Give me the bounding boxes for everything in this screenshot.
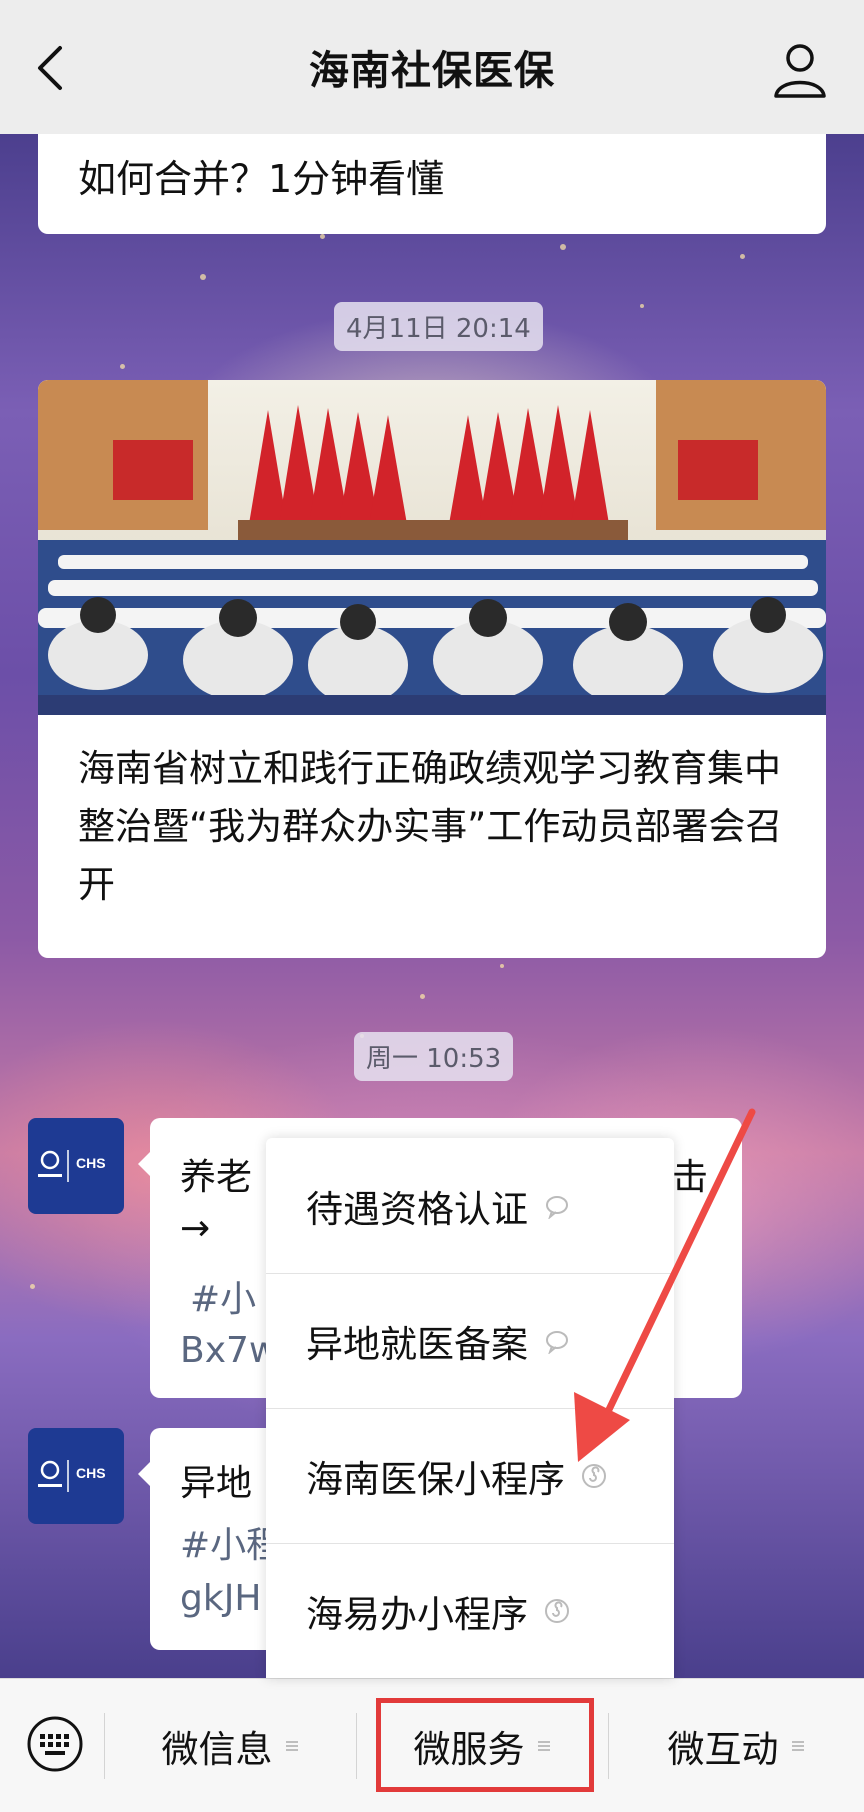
article-card[interactable]: 海南省树立和践行正确政绩观学习教育集中整治暨“我为群众办实事”工作动员部署会召开 [38, 380, 826, 958]
svg-text:CHS: CHS [76, 1155, 106, 1171]
menu-item-label: 海易办小程序 [306, 1593, 528, 1636]
menu-lines-icon [537, 1741, 550, 1751]
menu-item-qualification-cert[interactable]: 待遇资格认证 [266, 1138, 674, 1273]
menu-lines-icon [791, 1741, 804, 1751]
menu-item-label: 海南医保小程序 [306, 1458, 565, 1501]
chs-logo-icon: CHS [38, 1460, 106, 1492]
message-text: → [180, 1208, 211, 1249]
account-avatar[interactable]: CHS [28, 1428, 124, 1524]
profile-icon[interactable] [772, 40, 828, 100]
menu-lines-icon [285, 1741, 298, 1751]
message-link[interactable]: Bx7w [180, 1330, 278, 1371]
message-text: 异地 [180, 1463, 253, 1504]
message-link[interactable]: gkJH [180, 1578, 261, 1619]
back-arrow-icon[interactable] [30, 40, 74, 96]
chat-bubble-icon [546, 1195, 568, 1219]
tab-label: 微服务 [413, 1728, 525, 1771]
svg-text:CHS: CHS [76, 1465, 106, 1481]
tab-micro-info[interactable]: 微信息 [104, 1679, 356, 1812]
mini-program-icon [582, 1464, 606, 1488]
keyboard-icon[interactable] [26, 1715, 84, 1773]
menu-item-hainan-medicare-miniprogram[interactable]: 海南医保小程序 [266, 1408, 674, 1543]
mini-program-icon [545, 1599, 569, 1623]
article-headline: 海南省树立和践行正确政绩观学习教育集中整治暨“我为群众办实事”工作动员部署会召开 [78, 747, 783, 906]
account-avatar[interactable]: CHS [28, 1118, 124, 1214]
menu-item-haiyiban-miniprogram[interactable]: 海易办小程序 [266, 1543, 674, 1678]
article-title: 如何合并？1分钟看懂 [78, 157, 445, 201]
message-text: 击 [672, 1157, 709, 1198]
menu-item-label: 异地就医备案 [306, 1323, 528, 1366]
article-cover-image [38, 380, 826, 715]
menu-item-label: 待遇资格认证 [306, 1187, 528, 1231]
service-submenu: 待遇资格认证 异地就医备案 海南医保小程序 海易办小程序 [266, 1138, 674, 1678]
bottom-menu-bar: 微信息 微服务 微互动 [0, 1678, 864, 1812]
tab-micro-service[interactable]: 微服务 [356, 1679, 608, 1812]
hashtag-link[interactable]: #小 [190, 1270, 256, 1322]
message-text: 养老 [180, 1157, 253, 1198]
page-title: 海南社保医保 [309, 48, 555, 94]
menu-item-offsite-filing[interactable]: 异地就医备案 [266, 1273, 674, 1408]
timestamp: 4月11日 20:14 [334, 302, 543, 351]
chs-logo-icon: CHS [38, 1150, 106, 1182]
tab-label: 微互动 [667, 1728, 779, 1771]
top-nav-bar: 海南社保医保 [0, 0, 864, 134]
chat-bubble-icon [546, 1331, 568, 1354]
timestamp: 周一 10:53 [354, 1032, 514, 1081]
tab-label: 微信息 [161, 1728, 273, 1771]
article-card-previous[interactable]: 如何合并？1分钟看懂 [38, 134, 826, 234]
tab-micro-interaction[interactable]: 微互动 [608, 1679, 864, 1812]
